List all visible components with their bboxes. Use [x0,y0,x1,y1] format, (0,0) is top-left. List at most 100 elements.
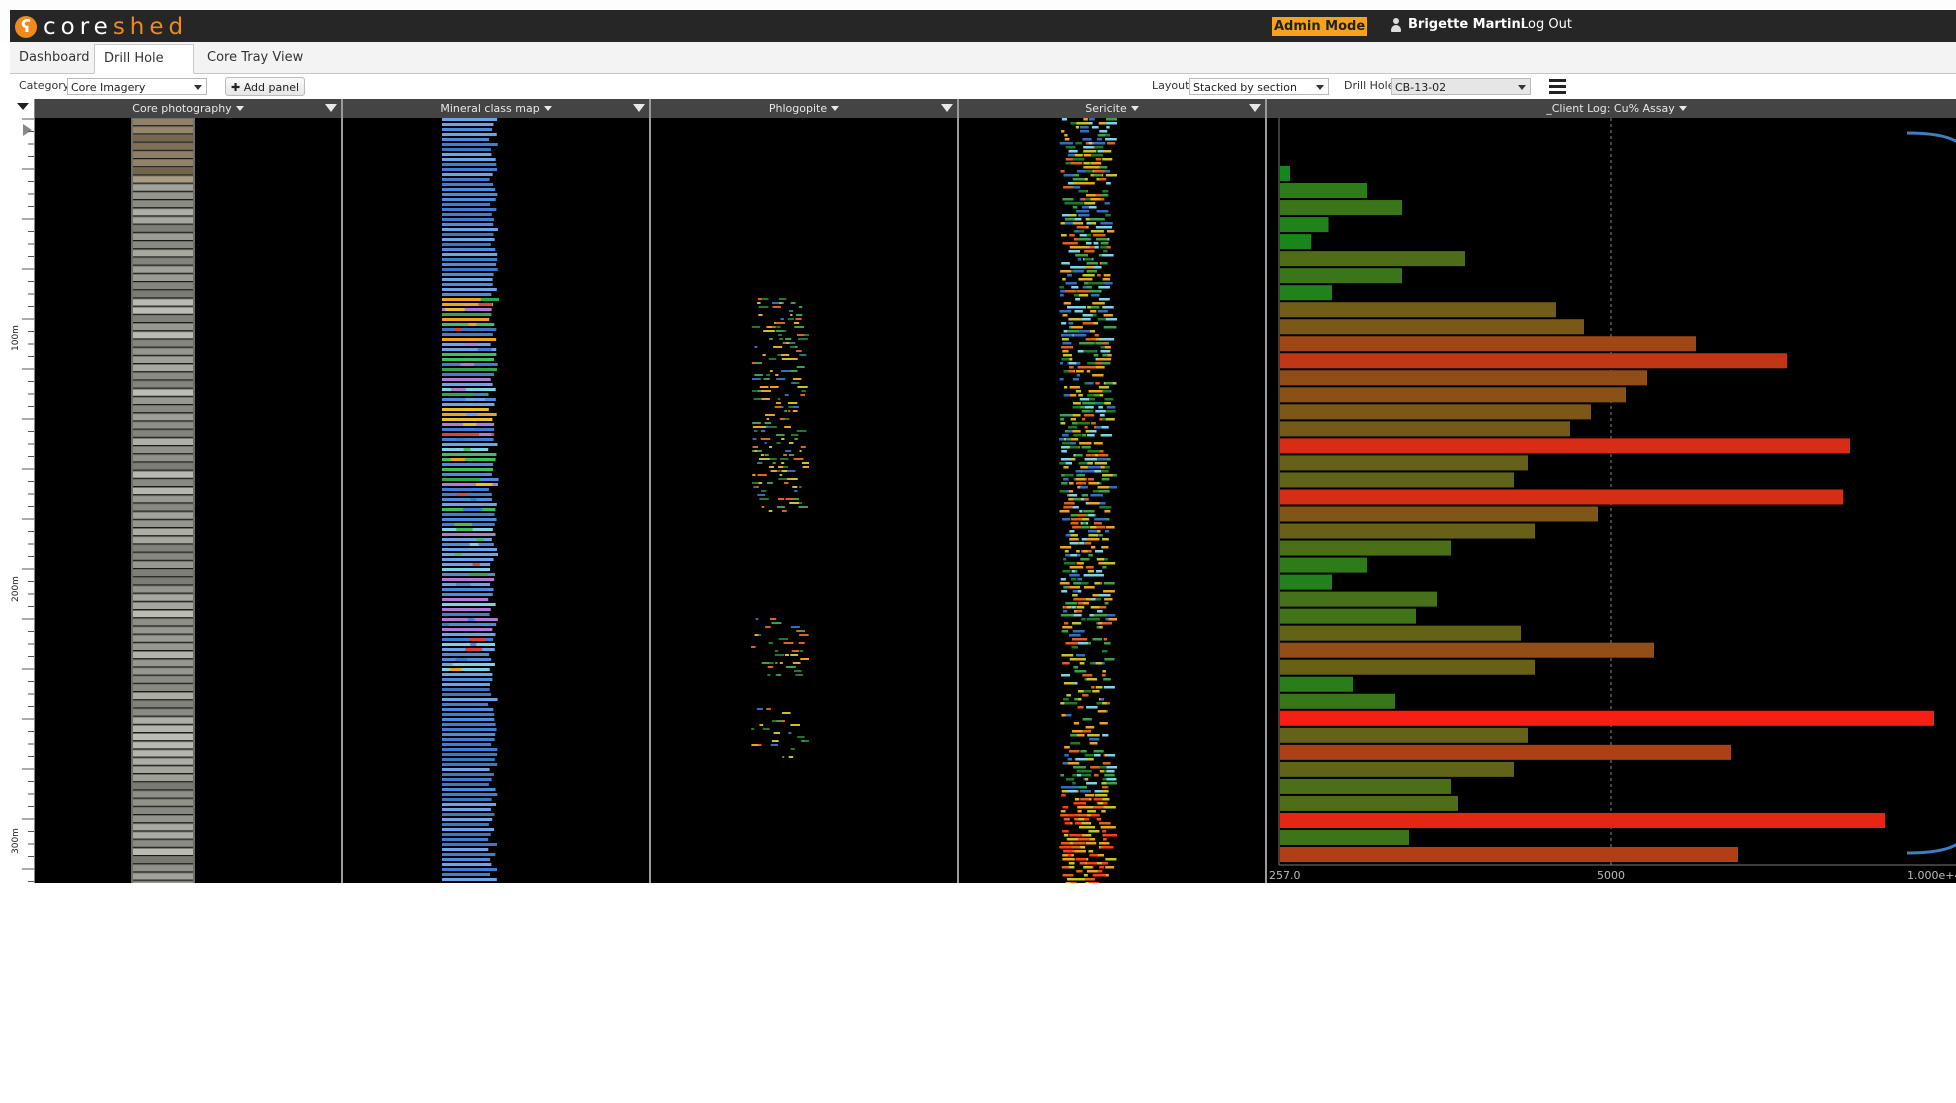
core-segment [133,873,193,880]
phlogopite-fleck [757,494,766,496]
mineral-band [442,753,498,756]
panel-phlogopite[interactable]: Phlogopite [651,99,959,883]
sericite-fleck [1083,586,1095,589]
tab-core-tray-view[interactable]: Core Tray View [198,44,312,72]
category-select[interactable]: Core Imagery [67,78,207,95]
panel-menu-icon[interactable] [633,104,645,112]
sericite-fleck [1083,274,1095,277]
core-segment [133,725,193,732]
sericite-fleck [1070,742,1081,745]
core-segment [133,307,193,314]
sericite-fleck [1059,414,1073,417]
phlogopite-fleck [752,450,762,452]
sericite-fleck [1059,846,1066,849]
panel-header[interactable]: Mineral class map [343,99,649,118]
sericite-fleck [1086,782,1097,785]
sericite-fleck [1061,450,1067,453]
core-segment [133,463,193,470]
panel-header[interactable]: Sericite [959,99,1265,118]
core-photo-strip [131,118,195,883]
core-segment [133,824,193,831]
dropdown-caret-icon [1130,106,1139,111]
mineral-fleck [470,498,477,501]
cu-assay-bar [1280,540,1452,556]
mineral-fleck [455,438,466,441]
sericite-fleck [1070,586,1081,589]
phlogopite-fleck [788,442,794,444]
tab-dashboard[interactable]: Dashboard [10,44,99,72]
sericite-fleck [1095,366,1105,369]
toolbar: Category: Core Imagery ✚ Add panel Layou… [10,74,1956,99]
phlogopite-fleck [754,374,763,376]
sericite-fleck [1067,154,1075,157]
dropdown-caret-icon [831,106,840,111]
sericite-fleck [1104,602,1109,605]
admin-mode-badge[interactable]: Admin Mode [1272,17,1368,36]
sericite-fleck [1087,382,1094,385]
depth-ruler[interactable]: 100m 200m 300m [10,99,35,883]
panel-menu-icon[interactable] [1249,104,1261,112]
sericite-fleck [1080,486,1088,489]
logo[interactable]: ʕ coreshed [15,13,188,41]
sericite-fleck [1090,546,1096,549]
sericite-fleck [1103,838,1107,841]
core-segment [133,414,193,421]
core-gap [133,215,193,217]
panel-sericite[interactable]: Sericite [959,99,1267,883]
sericite-fleck [1061,322,1067,325]
core-segment [133,447,193,454]
sericite-fleck [1098,298,1105,301]
sericite-fleck [1064,474,1074,477]
sericite-fleck [1063,586,1069,589]
core-gap [133,510,193,512]
panel-core-photography[interactable]: Core photography [35,99,343,883]
sericite-fleck [1069,214,1077,217]
hamburger-menu-icon[interactable] [1547,77,1567,96]
depth-label-300m: 300m [11,828,21,854]
panel-menu-icon[interactable] [941,104,953,112]
sericite-fleck [1075,390,1082,393]
panel-header[interactable]: Phlogopite [651,99,957,118]
panel-header[interactable]: Core photography [35,99,341,118]
sericite-fleck [1090,198,1101,201]
panel-menu-icon[interactable] [325,104,337,112]
sericite-fleck [1078,602,1083,605]
phlogopite-fleck [789,370,798,372]
sericite-fleck [1093,354,1099,357]
tab-drill-hole-view[interactable]: Drill Hole View [94,44,194,94]
mineral-band [442,193,498,196]
sericite-fleck [1068,494,1077,497]
user-menu[interactable]: Brigette Martini [1390,17,1525,32]
add-panel-button[interactable]: ✚ Add panel [225,77,306,96]
cu-assay-bar [1280,625,1522,641]
core-segment [133,611,193,618]
sericite-fleck [1084,202,1096,205]
core-gap [133,133,193,135]
core-segment [133,430,193,437]
cu-assay-bar [1280,404,1592,420]
sericite-fleck [1099,722,1108,725]
panel-mineral-class-map[interactable]: Mineral class map [343,99,651,883]
sericite-fleck [1076,550,1080,553]
mineral-band [442,643,495,646]
sericite-fleck [1099,506,1104,509]
sericite-fleck [1103,326,1117,329]
sericite-fleck [1080,814,1087,817]
panel-header[interactable]: _Client Log: Cu% Assay [1267,99,1956,118]
sericite-fleck [1099,130,1108,133]
drill-hole-select[interactable]: CB-13-02 [1391,78,1531,95]
mineral-fleck [442,663,453,666]
mineral-band [442,383,493,386]
layout-select[interactable]: Stacked by section [1189,78,1329,95]
phlogopite-fleck [792,410,798,412]
core-gap [133,313,193,315]
sericite-fleck [1102,790,1109,793]
sericite-fleck [1068,362,1077,365]
sericite-fleck [1060,222,1066,225]
panel-cu-assay-log[interactable]: _Client Log: Cu% Assay 257.0 5000 1.000e+4 [1267,99,1956,883]
mineral-band [442,668,490,671]
logout-link[interactable]: Log Out [1521,17,1572,32]
mineral-fleck [451,388,466,391]
cu-assay-bar [1280,370,1648,386]
core-segment [133,857,193,864]
